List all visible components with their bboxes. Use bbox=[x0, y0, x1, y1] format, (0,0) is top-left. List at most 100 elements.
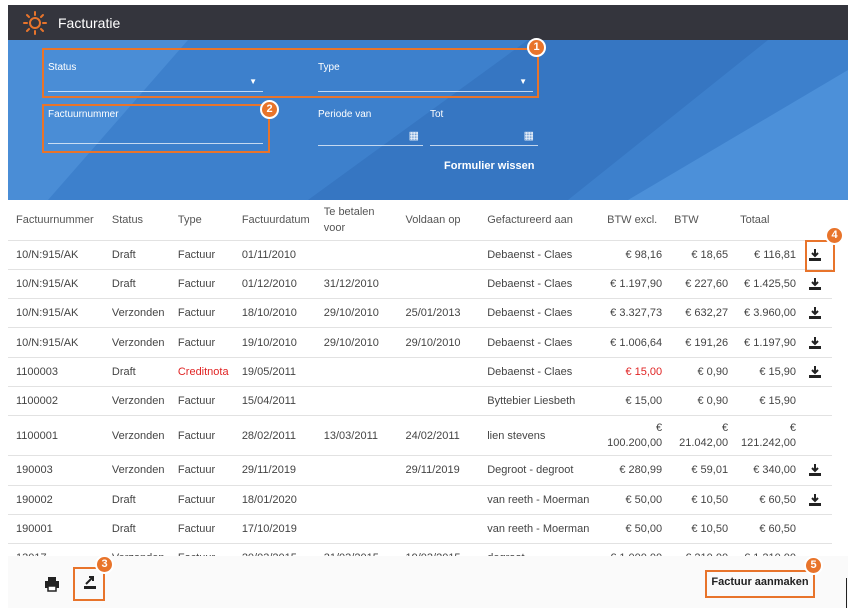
type-cell: Factuur bbox=[169, 327, 234, 358]
vat-cell: € 10,50 bbox=[666, 513, 733, 544]
type-cell: Factuur bbox=[169, 513, 234, 544]
row-actions-cell bbox=[800, 327, 832, 358]
paid-date-cell bbox=[397, 239, 480, 270]
create-invoice-button[interactable]: Factuur aanmaken bbox=[707, 572, 813, 596]
paid-date-cell bbox=[397, 268, 480, 299]
col-header[interactable]: Type bbox=[170, 200, 234, 240]
clear-form-button[interactable]: Formulier wissen bbox=[444, 160, 534, 172]
invoice-date-cell: 29/11/2019 bbox=[233, 455, 316, 486]
col-header[interactable]: Voldaan op bbox=[398, 200, 480, 240]
invoice-date-cell: 18/10/2010 bbox=[233, 298, 316, 328]
period-from-input[interactable]: Periode van ▦ bbox=[318, 109, 423, 146]
total-cell: € 60,50 bbox=[732, 484, 801, 515]
title-bar: Facturatie bbox=[8, 5, 848, 40]
billed-to-cell: Debaenst - Claes bbox=[479, 298, 600, 328]
billed-to-cell: van reeth - Moerman bbox=[479, 513, 600, 544]
status-cell: Draft bbox=[103, 513, 170, 544]
vat-cell: € 10,50 bbox=[666, 484, 733, 515]
status-select[interactable]: Status ▼ bbox=[48, 62, 263, 92]
col-header[interactable]: Te betalen voor bbox=[316, 200, 398, 240]
row-actions-cell bbox=[800, 356, 832, 387]
col-header[interactable]: Factuurnummer bbox=[8, 200, 104, 240]
status-cell: Verzonden bbox=[103, 455, 170, 486]
sun-icon bbox=[23, 10, 47, 35]
amount-excl-cell: € 98,16 bbox=[599, 239, 667, 270]
status-cell: Draft bbox=[103, 484, 170, 515]
download-icon[interactable] bbox=[808, 306, 822, 320]
callout-badge-5: 5 bbox=[804, 556, 823, 575]
type-cell: Factuur bbox=[169, 415, 234, 456]
amount-excl-cell: € 280,99 bbox=[599, 455, 667, 486]
table-row[interactable]: 10/N:915/AK Draft Factuur 01/12/2010 31/12/2… bbox=[8, 268, 832, 299]
invoice-number-cell: 1100003 bbox=[8, 356, 104, 387]
scrollbar[interactable] bbox=[846, 578, 847, 608]
due-date-cell: 29/10/2010 bbox=[315, 327, 398, 358]
download-icon[interactable] bbox=[808, 365, 822, 379]
billed-to-cell: Degroot - degroot bbox=[479, 455, 600, 486]
invoice-date-cell: 17/10/2019 bbox=[233, 513, 316, 544]
table-row[interactable]: 190001 Draft Factuur 17/10/2019 van reeth - … bbox=[8, 513, 832, 544]
invoice-date-cell: 01/11/2010 bbox=[233, 239, 316, 270]
calendar-icon[interactable]: ▦ bbox=[409, 129, 419, 142]
row-actions-cell bbox=[800, 513, 832, 544]
billed-to-cell: Debaenst - Claes bbox=[479, 327, 600, 358]
col-header[interactable]: Totaal bbox=[732, 200, 800, 240]
invoice-number-cell: 10/N:915/AK bbox=[8, 327, 104, 358]
paid-date-cell: 25/01/2013 bbox=[397, 298, 480, 328]
calendar-icon[interactable]: ▦ bbox=[524, 129, 534, 142]
download-icon[interactable] bbox=[808, 248, 822, 262]
col-header[interactable]: BTW excl. bbox=[599, 200, 666, 240]
amount-excl-cell: € 15,00 bbox=[599, 356, 667, 387]
table-header-row: Factuurnummer Status Type Factuurdatum T… bbox=[8, 200, 832, 240]
type-cell: Factuur bbox=[169, 484, 234, 515]
download-icon[interactable] bbox=[808, 493, 822, 507]
paid-date-cell: 24/02/2011 bbox=[397, 415, 480, 456]
amount-excl-cell: € 100.200,00 bbox=[599, 415, 667, 456]
row-actions-cell bbox=[800, 239, 832, 270]
table-row[interactable]: 10/N:915/AK Verzonden Factuur 18/10/2010 29/… bbox=[8, 298, 832, 328]
type-select[interactable]: Type ▼ bbox=[318, 62, 533, 92]
table-row[interactable]: 190003 Verzonden Factuur 29/11/2019 29/11/20… bbox=[8, 455, 832, 486]
table-row[interactable]: 1100002 Verzonden Factuur 15/04/2011 Byttebi… bbox=[8, 385, 832, 416]
billed-to-cell: Debaenst - Claes bbox=[479, 268, 600, 299]
table-row[interactable]: 10/N:915/AK Verzonden Factuur 19/10/2010 29/… bbox=[8, 327, 832, 358]
callout-badge-1: 1 bbox=[527, 38, 546, 57]
download-icon[interactable] bbox=[808, 336, 822, 350]
invoice-number-cell: 10/N:915/AK bbox=[8, 298, 104, 328]
type-cell: Factuur bbox=[169, 268, 234, 299]
due-date-cell bbox=[315, 385, 398, 416]
row-actions-cell bbox=[800, 415, 832, 456]
due-date-cell bbox=[315, 513, 398, 544]
download-icon[interactable] bbox=[808, 463, 822, 477]
paid-date-cell bbox=[397, 385, 480, 416]
status-cell: Verzonden bbox=[103, 385, 170, 416]
invoice-number-cell: 190003 bbox=[8, 455, 104, 486]
status-cell: Draft bbox=[103, 239, 170, 270]
vat-cell: € 21.042,00 bbox=[666, 415, 733, 456]
col-header[interactable]: Status bbox=[104, 200, 170, 240]
invoice-date-cell: 01/12/2010 bbox=[233, 268, 316, 299]
vat-cell: € 632,27 bbox=[666, 298, 733, 328]
amount-excl-cell: € 50,00 bbox=[599, 513, 667, 544]
total-cell: € 1.197,90 bbox=[732, 327, 801, 358]
type-label: Type bbox=[318, 62, 340, 73]
period-to-input[interactable]: Tot ▦ bbox=[430, 109, 538, 146]
total-cell: € 15,90 bbox=[732, 385, 801, 416]
vat-cell: € 191,26 bbox=[666, 327, 733, 358]
status-cell: Draft bbox=[103, 356, 170, 387]
export-icon[interactable] bbox=[82, 574, 98, 590]
col-header[interactable]: Factuurdatum bbox=[234, 200, 316, 240]
invoice-date-cell: 15/04/2011 bbox=[233, 385, 316, 416]
col-header[interactable]: BTW bbox=[666, 200, 732, 240]
table-row[interactable]: 10/N:915/AK Draft Factuur 01/11/2010 Debaens… bbox=[8, 239, 832, 270]
col-header[interactable]: Gefactureerd aan bbox=[479, 200, 599, 240]
table-row[interactable]: 1100003 Draft Creditnota 19/05/2011 Debaenst… bbox=[8, 356, 832, 387]
amount-excl-cell: € 50,00 bbox=[599, 484, 667, 515]
invoice-date-cell: 18/01/2020 bbox=[233, 484, 316, 515]
invoice-number-input[interactable]: Factuurnummer bbox=[48, 109, 263, 144]
table-row[interactable]: 190002 Draft Factuur 18/01/2020 van reeth - … bbox=[8, 484, 832, 515]
vat-cell: € 227,60 bbox=[666, 268, 733, 299]
table-row[interactable]: 1100001 Verzonden Factuur 28/02/2011 13/03/2… bbox=[8, 415, 832, 456]
print-icon[interactable] bbox=[44, 576, 60, 592]
download-icon[interactable] bbox=[808, 277, 822, 291]
